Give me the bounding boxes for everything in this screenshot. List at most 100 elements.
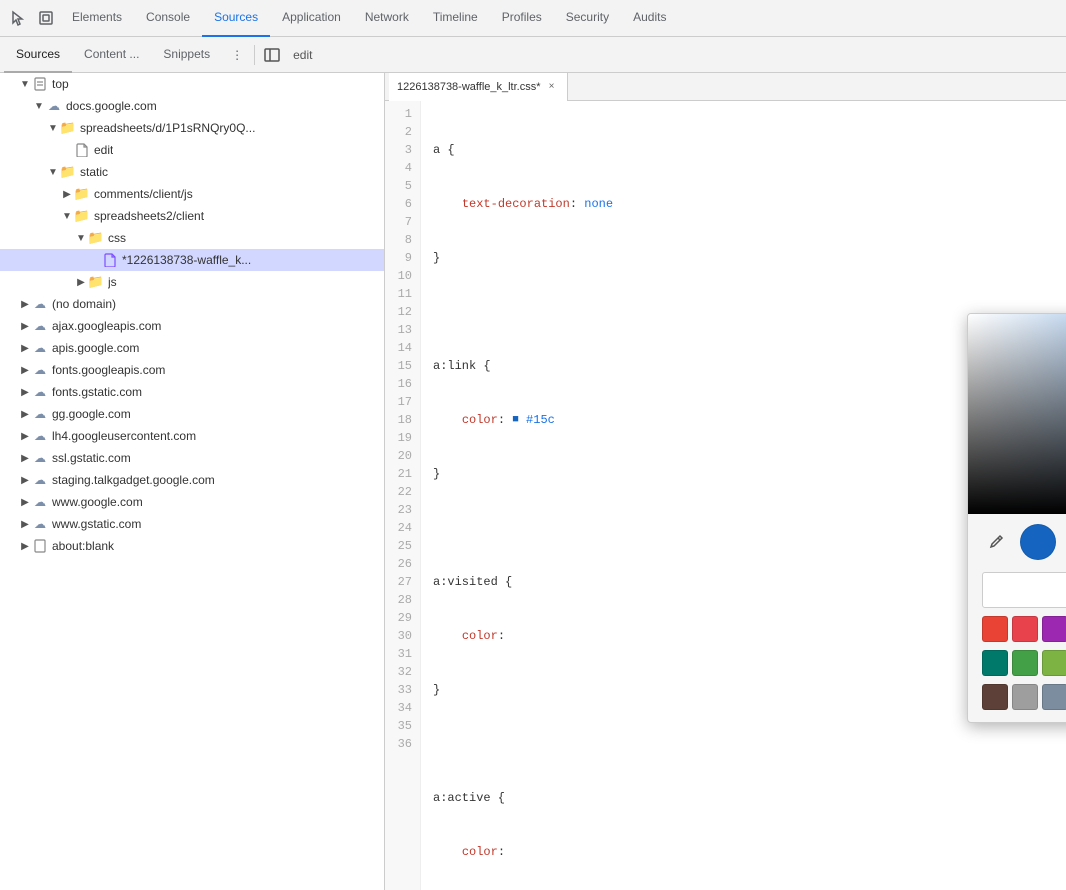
tab-elements[interactable]: Elements bbox=[60, 0, 134, 37]
arrow-docs-google: ▼ bbox=[32, 99, 46, 113]
arrow-comments-client-js: ▶ bbox=[60, 187, 74, 201]
sources-panel-tab-sources[interactable]: Sources bbox=[4, 37, 72, 73]
sources-panel-tab-content[interactable]: Content ... bbox=[72, 37, 151, 73]
tree-label-waffle-css: *1226138738-waffle_k... bbox=[122, 253, 251, 267]
arrow-spreadsheets: ▼ bbox=[46, 121, 60, 135]
swatches-row-3 bbox=[968, 680, 1066, 714]
folder-icon-static: 📁 bbox=[60, 164, 76, 180]
tree-item-waffle-css[interactable]: ▶ *1226138738-waffle_k... bbox=[0, 249, 384, 271]
tree-label-spreadsheets2-client: spreadsheets2/client bbox=[94, 209, 204, 223]
tree-item-ajax-googleapis[interactable]: ▶ ☁ ajax.googleapis.com bbox=[0, 315, 384, 337]
tree-label-ssl-gstatic: ssl.gstatic.com bbox=[52, 451, 131, 465]
tree-item-static[interactable]: ▼ 📁 static bbox=[0, 161, 384, 183]
swatch-green-dark[interactable] bbox=[982, 650, 1008, 676]
swatch-blue-grey[interactable] bbox=[1042, 684, 1066, 710]
code-line-9: a:visited { bbox=[433, 573, 1054, 591]
color-spectrum[interactable] bbox=[968, 314, 1066, 514]
eyedropper-button[interactable] bbox=[982, 528, 1010, 556]
tab-security[interactable]: Security bbox=[554, 0, 621, 37]
folder-icon-spreadsheets: 📁 bbox=[60, 120, 76, 136]
code-line-5: a:link { bbox=[433, 357, 1054, 375]
cloud-icon-lh4-googleusercontent: ☁ bbox=[32, 428, 48, 444]
tree-item-no-domain[interactable]: ▶ ☁ (no domain) bbox=[0, 293, 384, 315]
editor-tab-close-button[interactable]: × bbox=[545, 80, 559, 94]
tree-item-css[interactable]: ▼ 📁 css bbox=[0, 227, 384, 249]
tree-item-fonts-googleapis[interactable]: ▶ ☁ fonts.googleapis.com bbox=[0, 359, 384, 381]
tree-label-fonts-gstatic: fonts.gstatic.com bbox=[52, 385, 142, 399]
devtools-tab-bar: Elements Console Sources Application Net… bbox=[0, 0, 1066, 37]
file-icon-edit bbox=[74, 142, 90, 158]
tree-item-edit[interactable]: ▶ edit bbox=[0, 139, 384, 161]
tree-item-docs-google[interactable]: ▼ ☁ docs.google.com bbox=[0, 95, 384, 117]
tree-label-spreadsheets: spreadsheets/d/1P1sRNQry0Q... bbox=[80, 121, 255, 135]
editor-tabs-bar: 1226138738-waffle_k_ltr.css* × bbox=[385, 73, 1066, 101]
cloud-icon-ajax-googleapis: ☁ bbox=[32, 318, 48, 334]
tree-label-fonts-googleapis: fonts.googleapis.com bbox=[52, 363, 165, 377]
page-icon-about-blank bbox=[32, 538, 48, 554]
tree-item-apis-googleapis[interactable]: ▶ ☁ apis.google.com bbox=[0, 337, 384, 359]
tree-item-www-gstatic[interactable]: ▶ ☁ www.gstatic.com bbox=[0, 513, 384, 535]
hex-input-row: #15c HEX ▲ ▼ bbox=[982, 572, 1066, 608]
code-line-6: color: ■ #15c bbox=[433, 411, 1054, 429]
tree-label-css: css bbox=[108, 231, 126, 245]
more-tabs-button[interactable]: ⋮ bbox=[224, 42, 250, 68]
code-line-10: color: bbox=[433, 627, 1054, 645]
tree-label-gg-google: gg.google.com bbox=[52, 407, 131, 421]
cursor-icon[interactable] bbox=[4, 4, 32, 32]
arrow-no-domain: ▶ bbox=[18, 297, 32, 311]
tree-label-apis-googleapis: apis.google.com bbox=[52, 341, 139, 355]
arrow-static: ▼ bbox=[46, 165, 60, 179]
swatch-light-green[interactable] bbox=[1042, 650, 1066, 676]
tree-item-spreadsheets[interactable]: ▼ 📁 spreadsheets/d/1P1sRNQry0Q... bbox=[0, 117, 384, 139]
swatch-pink[interactable] bbox=[1012, 616, 1038, 642]
tab-network[interactable]: Network bbox=[353, 0, 421, 37]
editor-tab-file[interactable]: 1226138738-waffle_k_ltr.css* × bbox=[389, 73, 568, 101]
tree-item-www-google[interactable]: ▶ ☁ www.google.com bbox=[0, 491, 384, 513]
tree-item-js[interactable]: ▶ 📁 js bbox=[0, 271, 384, 293]
swatches-row-2 bbox=[968, 646, 1066, 680]
file-tree-sidebar: ▼ top ▼ ☁ docs.google.com ▼ 📁 spreadshee… bbox=[0, 73, 385, 890]
cloud-icon-staging-talkgadget: ☁ bbox=[32, 472, 48, 488]
tree-item-staging-talkgadget[interactable]: ▶ ☁ staging.talkgadget.google.com bbox=[0, 469, 384, 491]
tree-item-spreadsheets2-client[interactable]: ▼ 📁 spreadsheets2/client bbox=[0, 205, 384, 227]
tree-item-gg-google[interactable]: ▶ ☁ gg.google.com bbox=[0, 403, 384, 425]
tab-profiles[interactable]: Profiles bbox=[490, 0, 554, 37]
arrow-staging-talkgadget: ▶ bbox=[18, 473, 32, 487]
inspect-icon[interactable] bbox=[32, 4, 60, 32]
tab-application[interactable]: Application bbox=[270, 0, 353, 37]
folder-icon-js: 📁 bbox=[88, 274, 104, 290]
toggle-sidebar-icon[interactable] bbox=[259, 42, 285, 68]
tree-item-top[interactable]: ▼ top bbox=[0, 73, 384, 95]
swatch-purple[interactable] bbox=[1042, 616, 1066, 642]
arrow-about-blank: ▶ bbox=[18, 539, 32, 553]
tree-label-about-blank: about:blank bbox=[52, 539, 114, 553]
tree-item-ssl-gstatic[interactable]: ▶ ☁ ssl.gstatic.com bbox=[0, 447, 384, 469]
tab-sources[interactable]: Sources bbox=[202, 0, 270, 37]
swatch-brown[interactable] bbox=[982, 684, 1008, 710]
tree-item-fonts-gstatic[interactable]: ▶ ☁ fonts.gstatic.com bbox=[0, 381, 384, 403]
code-line-7: } bbox=[433, 465, 1054, 483]
color-picker-popup: #15c HEX ▲ ▼ ▲ bbox=[967, 313, 1066, 723]
cloud-icon-ssl-gstatic: ☁ bbox=[32, 450, 48, 466]
tab-timeline[interactable]: Timeline bbox=[421, 0, 490, 37]
cloud-icon-fonts-googleapis: ☁ bbox=[32, 362, 48, 378]
tree-label-js: js bbox=[108, 275, 117, 289]
code-line-13: a:active { bbox=[433, 789, 1054, 807]
sources-toolbar: Sources Content ... Snippets ⋮ edit bbox=[0, 37, 1066, 73]
code-line-3: } bbox=[433, 249, 1054, 267]
tree-item-comments-client-js[interactable]: ▶ 📁 comments/client/js bbox=[0, 183, 384, 205]
tree-item-lh4-googleusercontent[interactable]: ▶ ☁ lh4.googleusercontent.com bbox=[0, 425, 384, 447]
code-line-14: color: bbox=[433, 843, 1054, 861]
cloud-icon-www-google: ☁ bbox=[32, 494, 48, 510]
cloud-icon-www-gstatic: ☁ bbox=[32, 516, 48, 532]
swatch-grey[interactable] bbox=[1012, 684, 1038, 710]
tab-console[interactable]: Console bbox=[134, 0, 202, 37]
swatch-red[interactable] bbox=[982, 616, 1008, 642]
hex-input-wrap[interactable]: #15c HEX bbox=[982, 572, 1066, 608]
swatch-green[interactable] bbox=[1012, 650, 1038, 676]
code-container[interactable]: 12345 678910 1112131415 1617181920 21222… bbox=[385, 101, 1066, 890]
sources-panel-tab-snippets[interactable]: Snippets bbox=[151, 37, 222, 73]
arrow-css: ▼ bbox=[74, 231, 88, 245]
tab-audits[interactable]: Audits bbox=[621, 0, 678, 37]
tree-item-about-blank[interactable]: ▶ about:blank bbox=[0, 535, 384, 557]
